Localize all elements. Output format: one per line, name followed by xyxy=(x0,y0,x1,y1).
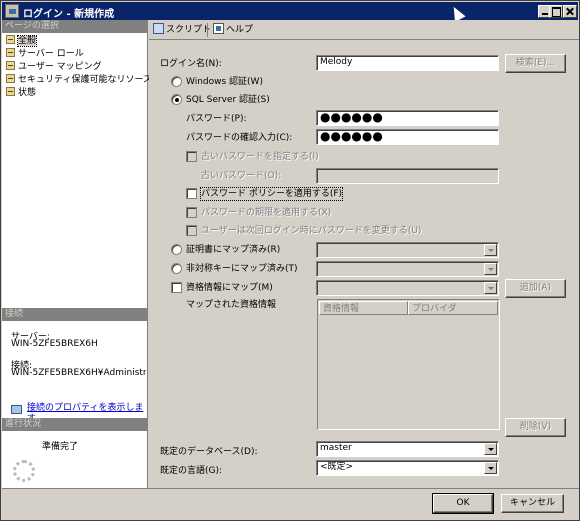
page-icon xyxy=(6,35,15,44)
window-title: ログイン - 新規作成 xyxy=(23,9,115,20)
chevron-down-icon xyxy=(484,263,497,275)
title-bar[interactable]: ログイン - 新規作成 xyxy=(2,2,578,20)
help-button[interactable]: ヘルプ xyxy=(213,23,253,37)
page-item-user-mapping[interactable]: ユーザー マッピング xyxy=(6,61,102,73)
add-credential-button[interactable]: 追加(A) xyxy=(505,279,566,298)
progress-header: 進行状況 xyxy=(2,418,148,431)
remove-credential-button[interactable]: 削除(V) xyxy=(505,418,566,437)
grid-column-credential[interactable]: 資格情報 xyxy=(319,301,408,315)
chevron-down-icon xyxy=(484,244,497,256)
specify-old-password-checkbox[interactable] xyxy=(186,151,197,162)
asymmetric-key-label: 非対称キーにマップ済み(T) xyxy=(186,264,298,274)
page-icon xyxy=(6,87,15,96)
page-item-general[interactable]: 全般 xyxy=(6,35,38,47)
page-item-server-roles[interactable]: サーバー ロール xyxy=(6,48,84,60)
search-button[interactable]: 検索(E)... xyxy=(505,54,566,73)
page-item-status[interactable]: 状態 xyxy=(6,87,36,99)
must-change-password-label: ユーザーは次回ログイン時にパスワードを変更する(U) xyxy=(201,226,422,236)
default-language-combo[interactable]: <既定> xyxy=(316,460,499,476)
login-new-dialog: ログイン - 新規作成 ページの選択 全般 サーバー ロール ユーザー マッピン… xyxy=(0,0,580,521)
confirm-password-input[interactable]: ●●●●●● xyxy=(316,129,499,145)
server-value: WIN-5ZFE5BREX6H xyxy=(11,339,98,349)
password-label: パスワード(P): xyxy=(186,114,247,124)
maximize-button[interactable] xyxy=(549,5,563,18)
mapped-credentials-grid[interactable]: 資格情報 プロバイダ xyxy=(317,299,500,430)
page-item-securables[interactable]: セキュリティ保護可能なリソース xyxy=(6,74,152,86)
script-button[interactable]: スクリプト ▾ xyxy=(153,23,218,37)
page-icon xyxy=(6,61,15,70)
enforce-password-policy-label: パスワード ポリシーを適用する(F) xyxy=(199,187,344,201)
windows-auth-radio[interactable] xyxy=(171,76,182,87)
chevron-down-icon xyxy=(484,462,497,474)
toolbar-separator xyxy=(207,23,208,37)
must-change-password-checkbox[interactable] xyxy=(186,225,197,236)
ok-button[interactable]: OK xyxy=(432,493,494,514)
mapped-credentials-label: マップされた資格情報 xyxy=(186,300,277,310)
map-credential-checkbox[interactable] xyxy=(171,282,182,293)
certificate-combo[interactable] xyxy=(316,242,499,258)
connection-value: WIN-5ZFE5BREX6H¥Administrator xyxy=(11,368,146,378)
certificate-label: 証明書にマップ済み(R) xyxy=(186,245,281,255)
chevron-down-icon xyxy=(484,443,497,455)
button-bar: OK キャンセル xyxy=(2,488,579,520)
asymmetric-key-combo[interactable] xyxy=(316,261,499,277)
sql-auth-radio[interactable] xyxy=(171,94,182,105)
help-icon xyxy=(213,23,224,34)
login-name-label: ログイン名(N): xyxy=(160,59,222,69)
connection-properties-icon xyxy=(11,405,22,414)
page-icon xyxy=(6,74,15,83)
specify-old-password-label: 古いパスワードを指定する(I) xyxy=(201,152,319,162)
general-page-content: ログイン名(N): Melody 検索(E)... Windows 認証(W) … xyxy=(149,41,579,488)
old-password-label: 古いパスワード(O): xyxy=(201,171,282,181)
script-icon xyxy=(153,23,164,34)
sql-auth-label: SQL Server 認証(S) xyxy=(186,95,270,105)
old-password-input[interactable] xyxy=(316,168,499,184)
enforce-expiration-checkbox[interactable] xyxy=(186,207,197,218)
windows-auth-label: Windows 認証(W) xyxy=(186,77,263,87)
cancel-button[interactable]: キャンセル xyxy=(501,494,564,513)
credential-combo[interactable] xyxy=(316,280,499,296)
enforce-password-policy-checkbox[interactable] xyxy=(186,188,197,199)
confirm-password-label: パスワードの確認入力(C): xyxy=(186,133,293,143)
map-credential-label: 資格情報にマップ(M) xyxy=(186,283,273,293)
certificate-radio[interactable] xyxy=(171,244,182,255)
default-language-label: 既定の言語(G): xyxy=(160,466,223,476)
password-input[interactable]: ●●●●●● xyxy=(316,110,499,126)
select-page-header: ページの選択 xyxy=(2,20,148,33)
default-database-label: 既定のデータベース(D): xyxy=(160,447,258,457)
grid-column-provider[interactable]: プロバイダ xyxy=(408,301,498,315)
page-icon xyxy=(6,48,15,57)
asymmetric-key-radio[interactable] xyxy=(171,263,182,274)
close-button[interactable] xyxy=(563,5,577,18)
login-name-input[interactable]: Melody xyxy=(316,55,499,71)
default-database-combo[interactable]: master xyxy=(316,441,499,457)
chevron-down-icon xyxy=(484,282,497,294)
app-icon xyxy=(5,4,19,18)
enforce-expiration-label: パスワードの期限を適用する(X) xyxy=(201,208,332,218)
left-pane: ページの選択 全般 サーバー ロール ユーザー マッピング セキュリティ保護可能… xyxy=(2,20,152,488)
connection-header: 接続 xyxy=(2,308,148,321)
progress-spinner-icon xyxy=(13,460,35,482)
toolbar: スクリプト ▾ ヘルプ xyxy=(149,20,579,40)
